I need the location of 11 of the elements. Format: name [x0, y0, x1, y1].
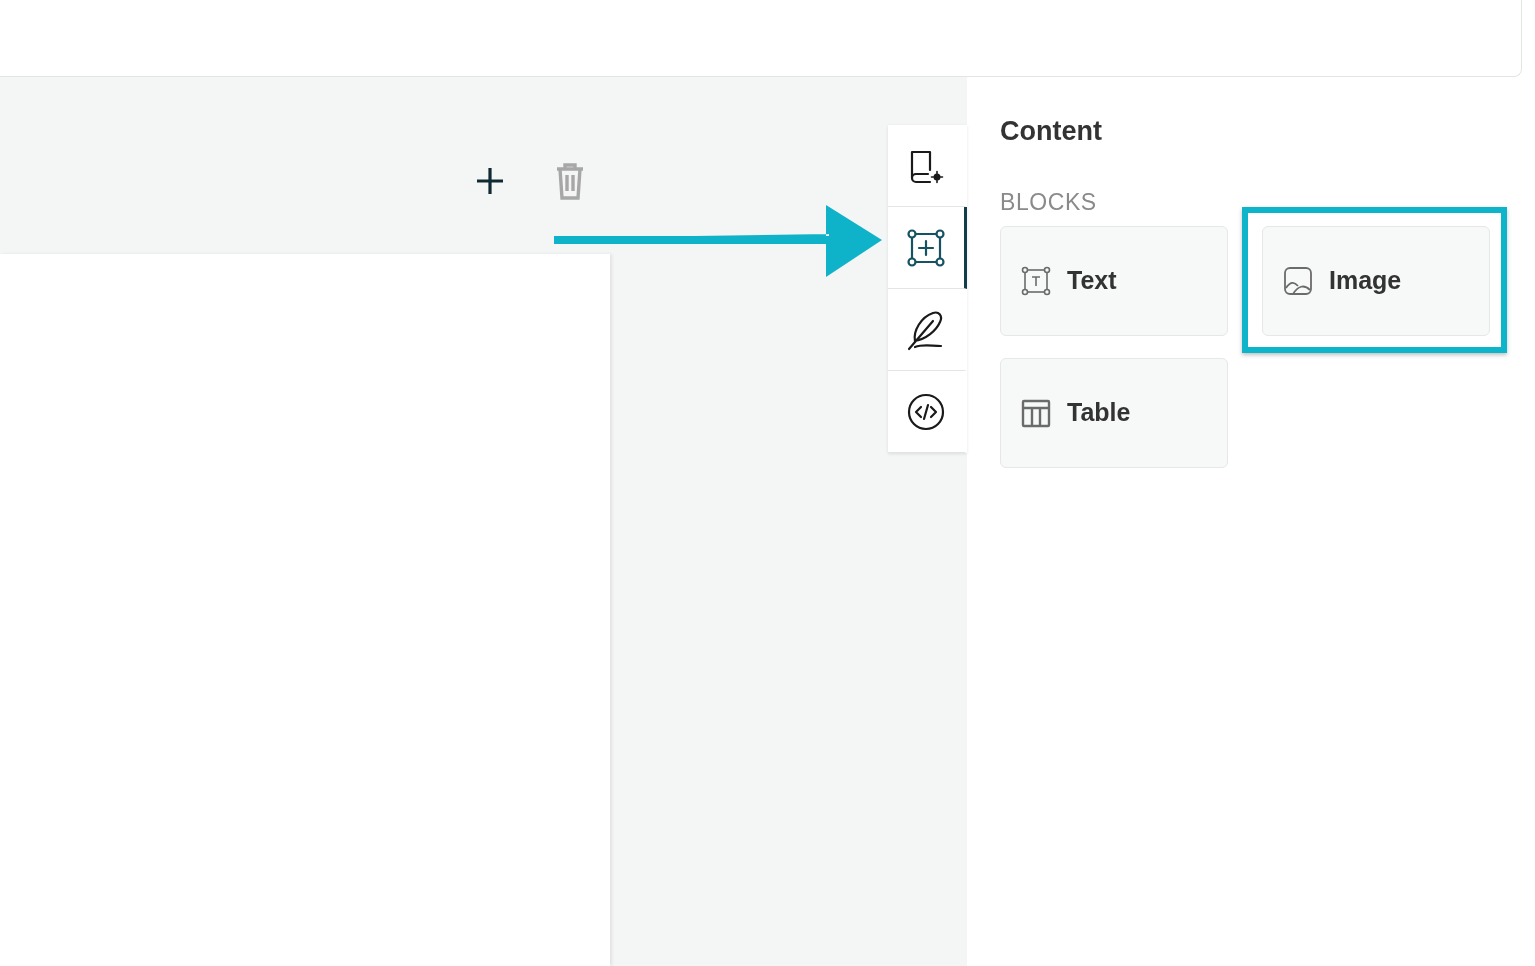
table-icon [1021, 398, 1051, 428]
side-tab[interactable] [888, 207, 967, 289]
block-card[interactable]: Table [1000, 358, 1228, 468]
panel-title: Content [1000, 115, 1103, 147]
block-card[interactable]: Text [1000, 226, 1228, 336]
code-icon [906, 391, 946, 432]
add-block-icon [906, 227, 946, 268]
block-card[interactable]: Image [1262, 226, 1490, 336]
image-icon [1283, 266, 1313, 296]
text-block-icon [1021, 266, 1051, 296]
section-label: BLOCKS [1000, 188, 1098, 216]
